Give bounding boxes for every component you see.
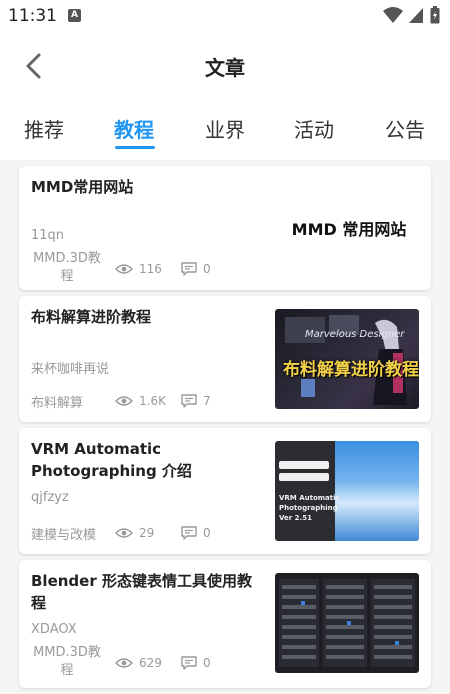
thumbnail-field	[279, 473, 329, 481]
view-count: 116	[115, 262, 162, 276]
status-bar: 11:31 A	[0, 0, 450, 32]
article-title[interactable]: MMD常用网站	[31, 176, 261, 198]
active-tab-indicator	[115, 146, 155, 149]
comment-count-value: 0	[203, 262, 211, 276]
thumbnail-screenshot-art	[279, 579, 415, 667]
comment-icon	[181, 656, 197, 670]
comment-count-value: 0	[203, 526, 211, 540]
view-count: 29	[115, 526, 154, 540]
article-author: XDAOX	[31, 622, 77, 637]
view-count: 1.6K	[115, 394, 166, 408]
app-header: 文章	[0, 32, 450, 100]
status-time: 11:31	[8, 6, 57, 26]
category-tabs: 推荐 教程 业界 活动 公告	[0, 100, 450, 160]
eye-icon	[115, 658, 133, 668]
thumbnail-text: 布料解算进阶教程	[283, 360, 419, 380]
article-author: 11qn	[31, 228, 65, 243]
eye-icon	[115, 528, 133, 538]
article-tag: MMD.3D教 程	[31, 250, 103, 286]
comment-count: 0	[181, 262, 211, 276]
page-title: 文章	[205, 56, 245, 80]
article-title[interactable]: VRM Automatic Photographing 介绍	[31, 438, 261, 482]
comment-count-value: 7	[203, 394, 211, 408]
article-thumbnail[interactable]	[275, 573, 419, 673]
view-count-value: 116	[139, 262, 162, 276]
tab-tutorial[interactable]: 教程	[114, 114, 154, 143]
view-count-value: 29	[139, 526, 155, 540]
comment-count: 0	[181, 656, 211, 670]
thumbnail-text-line: VRM Automatic	[279, 494, 340, 502]
thumbnail-sky	[335, 441, 419, 541]
comment-icon	[181, 262, 197, 276]
comment-count-value: 0	[203, 656, 211, 670]
article-title[interactable]: Blender 形态键表情工具使用教程	[31, 570, 261, 614]
article-author: 来杯咖啡再说	[31, 362, 110, 377]
eye-icon	[115, 264, 133, 274]
article-thumbnail[interactable]: VRM Automatic Photographing Ver 2.51	[275, 441, 419, 541]
thumbnail-text: VRM Automatic Photographing Ver 2.51	[279, 493, 340, 523]
comment-icon	[181, 526, 197, 540]
tab-events[interactable]: 活动	[294, 114, 334, 143]
signal-icon	[409, 8, 423, 23]
view-count-value: 629	[139, 656, 162, 670]
view-count-value: 1.6K	[139, 394, 166, 408]
article-card[interactable]: MMD常用网站 11qn MMD.3D教 程 116 0 MMD 常用网站	[19, 166, 431, 290]
article-tag-line: 程	[60, 663, 74, 678]
article-card[interactable]: 布料解算进阶教程 来杯咖啡再说 布料解算 1.6K 7 Marvelous De…	[19, 296, 431, 422]
article-thumbnail[interactable]: MMD 常用网站	[279, 178, 419, 278]
comment-count: 0	[181, 526, 211, 540]
view-count: 629	[115, 656, 162, 670]
tab-recommend[interactable]: 推荐	[24, 114, 64, 143]
article-thumbnail[interactable]: Marvelous Designer 布料解算进阶教程	[275, 309, 419, 409]
thumbnail-text: MMD 常用网站	[291, 220, 407, 239]
tab-announcements[interactable]: 公告	[385, 114, 425, 143]
thumbnail-text-line: Ver 2.51	[279, 514, 312, 522]
thumbnail-field	[279, 461, 329, 469]
thumbnail-text-line: Photographing	[279, 504, 338, 512]
article-title[interactable]: 布料解算进阶教程	[31, 306, 261, 328]
article-author: qjfzyz	[31, 490, 69, 505]
thumbnail-caption: Marvelous Designer	[305, 329, 405, 340]
article-tag: 布料解算	[31, 396, 84, 411]
notification-icon: A	[68, 9, 81, 22]
tab-industry[interactable]: 业界	[205, 114, 245, 143]
article-tag: MMD.3D教 程	[31, 644, 103, 680]
wifi-icon	[383, 7, 403, 23]
comment-count: 7	[181, 394, 211, 408]
eye-icon	[115, 396, 133, 406]
article-card[interactable]: Blender 形态键表情工具使用教程 XDAOX MMD.3D教 程 629 …	[19, 560, 431, 688]
article-tag: 建模与改模	[31, 528, 97, 543]
battery-icon	[430, 6, 440, 24]
article-card[interactable]: VRM Automatic Photographing 介绍 qjfzyz 建模…	[19, 428, 431, 554]
article-tag-line: MMD.3D教	[33, 645, 101, 660]
article-tag-line: 程	[60, 269, 74, 284]
article-tag-line: MMD.3D教	[33, 251, 101, 266]
comment-icon	[181, 394, 197, 408]
